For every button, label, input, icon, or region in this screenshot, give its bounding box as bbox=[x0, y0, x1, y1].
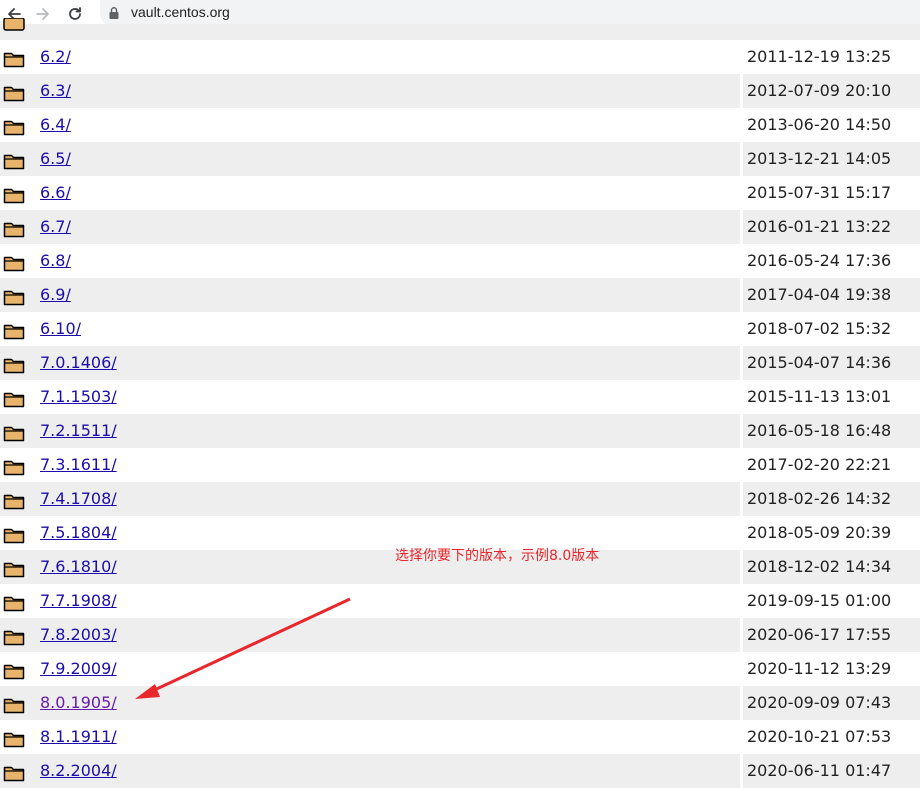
reload-icon bbox=[69, 6, 81, 20]
folder-icon bbox=[3, 392, 25, 408]
arrow-right-icon bbox=[36, 7, 49, 20]
address-bar[interactable]: vault.centos.org bbox=[100, 0, 920, 27]
folder-icon bbox=[3, 562, 25, 578]
table-row: 8.0.1905/2020-09-09 07:43 bbox=[0, 686, 920, 720]
folder-icon bbox=[3, 154, 25, 170]
folder-link[interactable]: 6.10/ bbox=[40, 319, 81, 338]
folder-icon bbox=[3, 494, 25, 510]
last-modified: 2018-12-02 14:34 bbox=[740, 550, 920, 584]
folder-icon bbox=[3, 52, 25, 68]
browser-toolbar: vault.centos.org bbox=[0, 0, 920, 27]
folder-link[interactable]: 7.8.2003/ bbox=[40, 625, 117, 644]
folder-link[interactable]: 6.6/ bbox=[40, 183, 71, 202]
folder-link[interactable]: 8.0.1905/ bbox=[40, 693, 117, 712]
folder-icon bbox=[3, 86, 25, 102]
folder-link[interactable]: 6.7/ bbox=[40, 217, 71, 236]
last-modified: 2013-06-20 14:50 bbox=[740, 108, 920, 142]
folder-link[interactable]: 7.5.1804/ bbox=[40, 523, 117, 542]
table-row: 6.4/2013-06-20 14:50 bbox=[0, 108, 920, 142]
last-modified: 2018-07-02 15:32 bbox=[740, 312, 920, 346]
last-modified: 2011-12-19 13:25 bbox=[740, 40, 920, 74]
folder-link[interactable]: 6.8/ bbox=[40, 251, 71, 270]
last-modified: 2017-04-04 19:38 bbox=[740, 278, 920, 312]
table-row bbox=[0, 18, 920, 40]
table-row: 8.1.1911/2020-10-21 07:53 bbox=[0, 720, 920, 754]
folder-link[interactable]: 6.2/ bbox=[40, 47, 71, 66]
last-modified: 2016-01-21 13:22 bbox=[740, 210, 920, 244]
folder-icon bbox=[3, 290, 25, 306]
last-modified: 2019-09-15 01:00 bbox=[740, 584, 920, 618]
folder-icon bbox=[3, 630, 25, 646]
folder-link[interactable]: 7.2.1511/ bbox=[40, 421, 117, 440]
table-row: 6.10/2018-07-02 15:32 bbox=[0, 312, 920, 346]
lock-icon bbox=[109, 7, 119, 19]
table-row: 7.8.2003/2020-06-17 17:55 bbox=[0, 618, 920, 652]
folder-link[interactable]: 6.9/ bbox=[40, 285, 71, 304]
table-row: 7.3.1611/2017-02-20 22:21 bbox=[0, 448, 920, 482]
last-modified: 2018-05-09 20:39 bbox=[740, 516, 920, 550]
table-row: 8.2.2004/2020-06-11 01:47 bbox=[0, 754, 920, 788]
reload-button[interactable] bbox=[61, 0, 89, 27]
folder-link[interactable]: 7.4.1708/ bbox=[40, 489, 117, 508]
last-modified: 2012-07-09 20:10 bbox=[740, 74, 920, 108]
table-row: 7.9.2009/2020-11-12 13:29 bbox=[0, 652, 920, 686]
last-modified: 2015-04-07 14:36 bbox=[740, 346, 920, 380]
annotation-text: 选择你要下的版本，示例8.0版本 bbox=[395, 548, 600, 564]
folder-link[interactable]: 8.1.1911/ bbox=[40, 727, 117, 746]
folder-icon bbox=[3, 222, 25, 238]
table-row: 6.7/2016-01-21 13:22 bbox=[0, 210, 920, 244]
folder-icon bbox=[3, 664, 25, 680]
folder-link[interactable]: 6.3/ bbox=[40, 81, 71, 100]
folder-icon bbox=[3, 732, 25, 748]
table-row: 7.1.1503/2015-11-13 13:01 bbox=[0, 380, 920, 414]
forward-button[interactable] bbox=[29, 0, 57, 27]
folder-link[interactable]: 7.3.1611/ bbox=[40, 455, 117, 474]
url-text[interactable]: vault.centos.org bbox=[131, 4, 230, 20]
folder-icon bbox=[3, 426, 25, 442]
folder-link[interactable]: 7.1.1503/ bbox=[40, 387, 117, 406]
last-modified: 2020-06-17 17:55 bbox=[740, 618, 920, 652]
folder-icon bbox=[3, 324, 25, 340]
folder-link[interactable]: 7.0.1406/ bbox=[40, 353, 117, 372]
folder-link[interactable]: 7.9.2009/ bbox=[40, 659, 117, 678]
last-modified: 2015-11-13 13:01 bbox=[740, 380, 920, 414]
folder-icon bbox=[3, 460, 25, 476]
table-row: 7.2.1511/2016-05-18 16:48 bbox=[0, 414, 920, 448]
folder-link[interactable]: 8.2.2004/ bbox=[40, 761, 117, 780]
table-row: 6.2/2011-12-19 13:25 bbox=[0, 40, 920, 74]
last-modified: 2016-05-18 16:48 bbox=[740, 414, 920, 448]
table-row: 6.6/2015-07-31 15:17 bbox=[0, 176, 920, 210]
table-row: 6.8/2016-05-24 17:36 bbox=[0, 244, 920, 278]
last-modified: 2016-05-24 17:36 bbox=[740, 244, 920, 278]
last-modified: 2020-10-21 07:53 bbox=[740, 720, 920, 754]
folder-link[interactable]: 6.5/ bbox=[40, 149, 71, 168]
table-row: 7.7.1908/2019-09-15 01:00 bbox=[0, 584, 920, 618]
table-row: 6.5/2013-12-21 14:05 bbox=[0, 142, 920, 176]
last-modified: 2020-09-09 07:43 bbox=[740, 686, 920, 720]
last-modified: 2018-02-26 14:32 bbox=[740, 482, 920, 516]
folder-link[interactable]: 7.6.1810/ bbox=[40, 557, 117, 576]
last-modified: 2017-02-20 22:21 bbox=[740, 448, 920, 482]
folder-icon bbox=[3, 528, 25, 544]
last-modified: 2013-12-21 14:05 bbox=[740, 142, 920, 176]
last-modified: 2020-06-11 01:47 bbox=[740, 754, 920, 788]
table-row: 7.4.1708/2018-02-26 14:32 bbox=[0, 482, 920, 516]
last-modified: 2020-11-12 13:29 bbox=[740, 652, 920, 686]
folder-icon bbox=[3, 18, 25, 31]
folder-icon bbox=[3, 188, 25, 204]
folder-icon bbox=[3, 698, 25, 714]
table-row: 7.0.1406/2015-04-07 14:36 bbox=[0, 346, 920, 380]
folder-icon bbox=[3, 256, 25, 272]
folder-link[interactable]: 6.4/ bbox=[40, 115, 71, 134]
folder-link[interactable]: 7.7.1908/ bbox=[40, 591, 117, 610]
table-row: 6.9/2017-04-04 19:38 bbox=[0, 278, 920, 312]
last-modified: 2015-07-31 15:17 bbox=[740, 176, 920, 210]
folder-icon bbox=[3, 596, 25, 612]
folder-icon bbox=[3, 358, 25, 374]
folder-icon bbox=[3, 120, 25, 136]
folder-icon bbox=[3, 766, 25, 782]
table-row: 6.3/2012-07-09 20:10 bbox=[0, 74, 920, 108]
